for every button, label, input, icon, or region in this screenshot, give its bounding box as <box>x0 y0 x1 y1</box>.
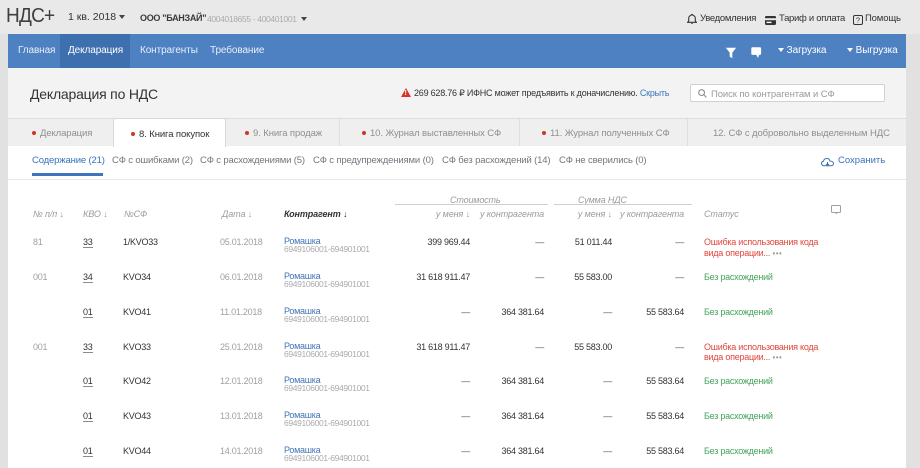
svg-text:?: ? <box>856 15 860 24</box>
